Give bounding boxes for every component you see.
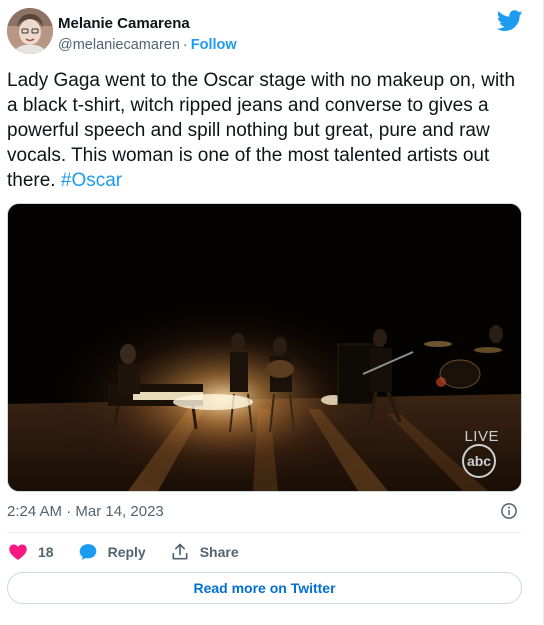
stage-performance-image: abc [8, 204, 521, 491]
display-name[interactable]: Melanie Camarena [58, 14, 237, 34]
info-icon[interactable] [500, 502, 518, 520]
tweet-video[interactable]: abc LIVE [7, 203, 522, 492]
abc-logo: abc [467, 453, 491, 469]
avatar[interactable] [7, 8, 53, 54]
heart-icon [9, 544, 27, 560]
share-upload-icon [172, 543, 188, 560]
follow-link[interactable]: Follow [191, 37, 237, 53]
reply-label: Reply [107, 544, 146, 560]
action-bar: 18 Reply Share [8, 541, 263, 563]
author-block: Melanie Camarena @melaniecamaren · Follow [58, 14, 237, 55]
tweet-card: Melanie Camarena @melaniecamaren · Follow … [0, 0, 532, 625]
timestamp[interactable]: 2:24 AM · Mar 14, 2023 [7, 502, 164, 522]
user-handle[interactable]: @melaniecamaren [58, 37, 180, 53]
hashtag-link[interactable]: #Oscar [61, 170, 122, 191]
twitter-bird-icon[interactable] [497, 10, 523, 32]
tweet-text: Lady Gaga went to the Oscar stage with n… [7, 68, 519, 193]
handle-row: @melaniecamaren · Follow [58, 35, 237, 55]
avatar-photo [7, 8, 53, 54]
share-label: Share [199, 544, 239, 560]
speech-bubble-icon [79, 544, 96, 560]
share-button[interactable]: Share [170, 542, 239, 562]
live-label: LIVE [464, 428, 499, 445]
read-more-button[interactable]: Read more on Twitter [7, 572, 522, 604]
separator-dot: · [182, 37, 188, 53]
reply-button[interactable]: Reply [78, 542, 146, 562]
like-button[interactable]: 18 [8, 542, 54, 562]
like-count: 18 [38, 544, 54, 560]
divider [7, 532, 522, 533]
